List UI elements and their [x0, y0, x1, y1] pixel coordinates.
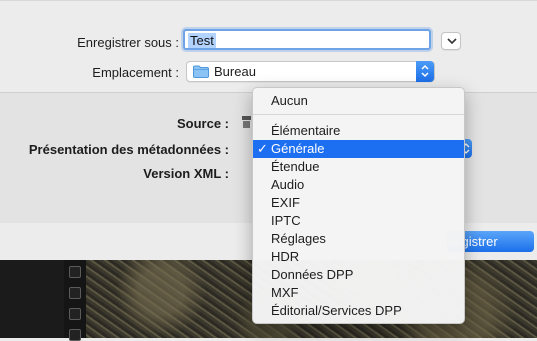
clapper-icon: [242, 116, 251, 128]
checkmark-icon: ✓: [257, 141, 268, 156]
background-dark-edge: [0, 260, 64, 338]
menu-item-label: Générale: [271, 141, 325, 156]
expand-dialog-button[interactable]: [441, 32, 461, 50]
menu-item-donnees-dpp[interactable]: Données DPP: [253, 266, 464, 284]
menu-item-etendue[interactable]: Étendue: [253, 158, 464, 176]
location-popup[interactable]: Bureau: [186, 61, 435, 82]
menu-item-hdr[interactable]: HDR: [253, 248, 464, 266]
menu-item-aucun[interactable]: Aucun: [253, 92, 464, 110]
film-hole: [69, 329, 81, 341]
source-label: Source :: [176, 116, 229, 131]
menu-separator: [253, 114, 464, 115]
menu-item-mxf[interactable]: MXF: [253, 284, 464, 302]
menu-item-elementaire[interactable]: Élémentaire: [253, 122, 464, 140]
menu-item-reglages[interactable]: Réglages: [253, 230, 464, 248]
metadata-menu: Aucun Élémentaire ✓ Générale Étendue Aud…: [252, 87, 465, 324]
save-as-label: Enregistrer sous :: [77, 35, 179, 50]
location-value: Bureau: [214, 64, 256, 79]
menu-item-editorial-services-dpp[interactable]: Éditorial/Services DPP: [253, 302, 464, 320]
folder-icon: [193, 65, 209, 78]
location-label: Emplacement :: [92, 65, 179, 80]
film-hole: [69, 287, 81, 299]
menu-item-exif[interactable]: EXIF: [253, 194, 464, 212]
location-stepper[interactable]: [416, 61, 434, 82]
film-strip: [64, 260, 86, 341]
menu-item-audio[interactable]: Audio: [253, 176, 464, 194]
film-hole: [69, 266, 81, 278]
metadata-label: Présentation des métadonnées :: [28, 142, 229, 157]
up-down-chevron-icon: [421, 64, 429, 78]
menu-item-generale[interactable]: ✓ Générale: [253, 140, 464, 158]
chevron-down-icon: [447, 38, 457, 45]
film-hole: [69, 308, 81, 320]
filename-text: Test: [188, 33, 216, 48]
xml-version-label: Version XML :: [143, 166, 229, 181]
menu-item-iptc[interactable]: IPTC: [253, 212, 464, 230]
filename-input[interactable]: Test: [183, 29, 431, 50]
